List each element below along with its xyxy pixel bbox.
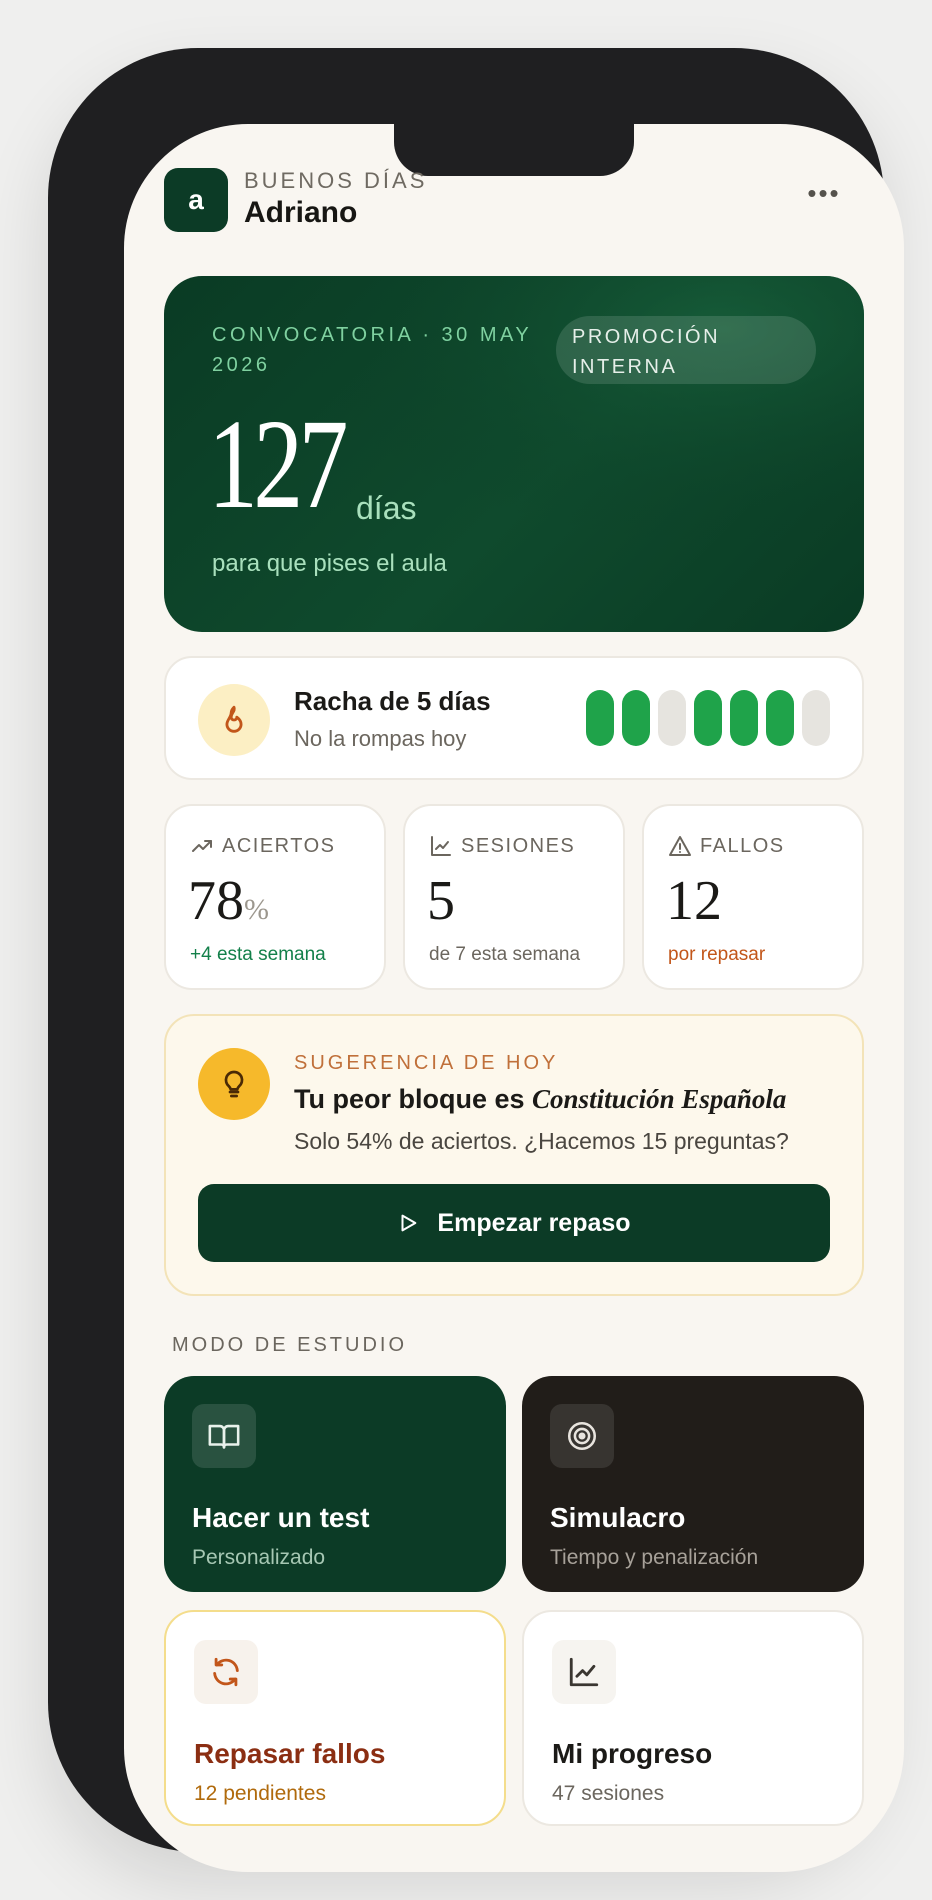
stat-value: 12	[666, 866, 722, 936]
stat-note: +4 esta semana	[190, 944, 326, 965]
stat-note: de 7 esta semana	[429, 944, 581, 965]
streak-day-5	[730, 690, 758, 746]
suggestion-subtitle: Solo 54% de aciertos. ¿Hacemos 15 pregun…	[294, 1128, 789, 1154]
warning-icon	[669, 836, 691, 856]
streak-day-2	[622, 690, 650, 746]
mode-subtitle: 12 pendientes	[194, 1782, 326, 1805]
stat-value: 5	[427, 866, 455, 936]
streak-day-4	[694, 690, 722, 746]
play-icon	[401, 1214, 417, 1232]
stat-header: SESIONES	[429, 834, 575, 858]
mode-title: Hacer un test	[192, 1502, 370, 1533]
countdown-subtitle: para que pises el aula	[212, 550, 447, 577]
streak-day-3	[658, 690, 686, 746]
mode-card-progreso[interactable]: Mi progreso 47 sesiones	[522, 1610, 864, 1826]
mode-title: Simulacro	[550, 1502, 686, 1533]
app-screen: a BUENOS DÍAS Adriano ••• CONVOCATORIA ·…	[124, 124, 904, 1872]
phone-frame: a BUENOS DÍAS Adriano ••• CONVOCATORIA ·…	[48, 48, 904, 1872]
stat-number: 12	[666, 870, 722, 932]
streak-days	[586, 690, 830, 746]
mode-card-simulacro[interactable]: Simulacro Tiempo y penalización	[522, 1376, 864, 1592]
mode-title: Repasar fallos	[194, 1738, 386, 1769]
more-icon: •••	[807, 178, 841, 208]
stat-card-fallos[interactable]: FALLOS 12 por repasar	[642, 804, 864, 990]
stat-card-sesiones[interactable]: SESIONES 5 de 7 esta semana	[403, 804, 625, 990]
device-notch	[394, 124, 634, 176]
mode-card-fallos[interactable]: Repasar fallos 12 pendientes	[164, 1610, 506, 1826]
avatar[interactable]: a	[164, 168, 228, 232]
stat-label: ACIERTOS	[222, 834, 336, 857]
streak-day-1	[586, 690, 614, 746]
trending-up-icon	[192, 840, 212, 852]
refresh-icon	[194, 1640, 258, 1704]
stat-label: FALLOS	[700, 834, 785, 857]
countdown-card[interactable]: CONVOCATORIA · 30 MAY 2026 PROMOCIÓN INT…	[164, 276, 864, 632]
lightbulb-icon	[198, 1048, 270, 1120]
target-icon	[550, 1404, 614, 1468]
start-review-button[interactable]: Empezar repaso	[198, 1184, 830, 1262]
stat-number: 5	[427, 870, 455, 932]
stat-header: FALLOS	[668, 834, 785, 858]
stat-number: 78	[188, 870, 244, 932]
suggestion-title: Tu peor bloque es Constitución Española	[294, 1084, 786, 1115]
suggestion-card: SUGERENCIA DE HOY Tu peor bloque es Cons…	[164, 1014, 864, 1296]
streak-day-6	[766, 690, 794, 746]
stat-note: por repasar	[668, 944, 766, 965]
section-title: MODO DE ESTUDIO	[172, 1334, 408, 1356]
suggestion-topic: Constitución Española	[532, 1084, 787, 1114]
streak-day-7	[802, 690, 830, 746]
flame-icon	[198, 684, 270, 756]
stat-header: ACIERTOS	[190, 834, 336, 858]
streak-card[interactable]: Racha de 5 días No la rompas hoy	[164, 656, 864, 780]
stat-label: SESIONES	[461, 834, 576, 857]
suggestion-title-prefix: Tu peor bloque es	[294, 1084, 525, 1114]
mode-title: Mi progreso	[552, 1738, 713, 1769]
stat-suffix: %	[244, 893, 269, 926]
stat-card-aciertos[interactable]: ACIERTOS 78% +4 esta semana	[164, 804, 386, 990]
stat-value: 78%	[188, 866, 269, 945]
mode-subtitle: Personalizado	[192, 1546, 326, 1569]
streak-title: Racha de 5 días	[294, 686, 491, 716]
streak-subtitle: No la rompas hoy	[294, 726, 467, 751]
more-options-button[interactable]: •••	[804, 180, 844, 214]
suggestion-label: SUGERENCIA DE HOY	[294, 1052, 559, 1074]
promocion-badge: PROMOCIÓN INTERNA	[556, 316, 816, 384]
mode-subtitle: Tiempo y penalización	[550, 1546, 759, 1569]
start-review-label: Empezar repaso	[437, 1208, 631, 1237]
chart-icon	[552, 1640, 616, 1704]
greeting-label: BUENOS DÍAS	[244, 168, 428, 193]
mode-card-test[interactable]: Hacer un test Personalizado	[164, 1376, 506, 1592]
mode-subtitle: 47 sesiones	[552, 1782, 665, 1805]
book-icon	[192, 1404, 256, 1468]
user-name: Adriano	[244, 196, 358, 229]
days-countdown: 127	[208, 393, 348, 535]
convocatoria-date: CONVOCATORIA · 30 MAY 2026	[212, 324, 532, 376]
line-chart-icon	[431, 836, 451, 856]
days-unit: días	[356, 490, 417, 526]
